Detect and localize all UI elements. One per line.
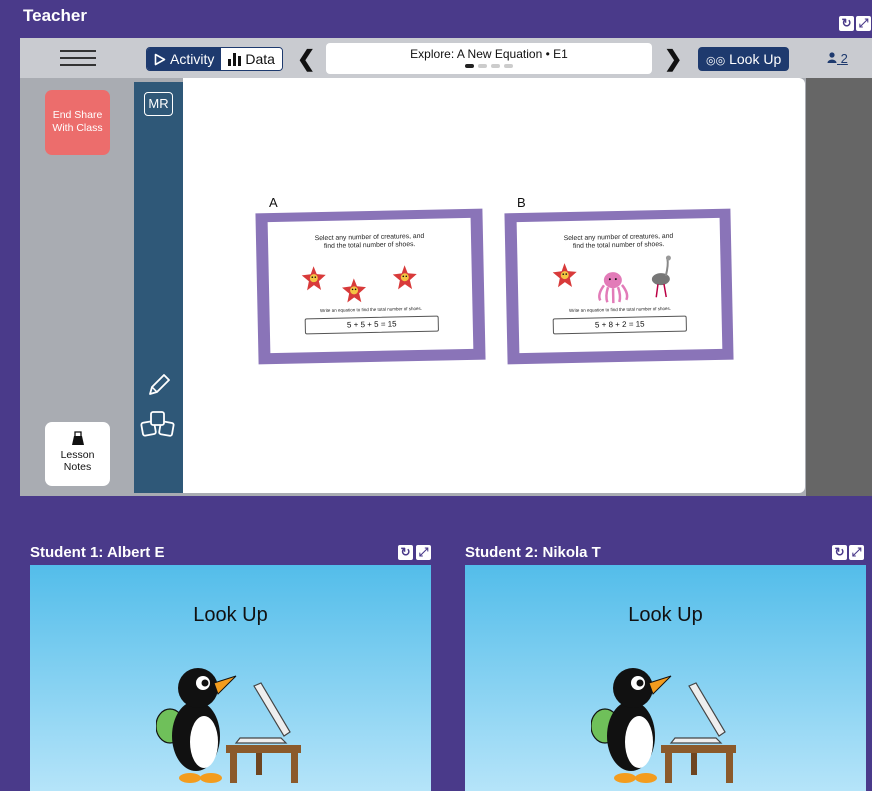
creatures-a: [301, 265, 417, 303]
card-b-equation: 5 + 8 + 2 = 15: [552, 315, 687, 335]
screen-title-box[interactable]: Explore: A New Equation • E1: [326, 43, 652, 74]
screen-progress-dots: [326, 64, 652, 68]
ostrich-creature: [651, 255, 671, 298]
next-screen-button[interactable]: ❯: [664, 46, 682, 72]
penguin-laptop-illustration: [591, 668, 736, 783]
end-share-label-2: With Class: [52, 122, 103, 134]
expand-icon[interactable]: ⤢: [856, 16, 871, 31]
activity-canvas: A Select any number of creatures, and fi…: [183, 78, 805, 493]
person-icon: [827, 52, 837, 63]
card-a-label: A: [269, 195, 278, 210]
data-label: Data: [245, 50, 275, 67]
lesson-notes-label-2: Notes: [63, 461, 92, 473]
refresh-icon[interactable]: ↻: [839, 16, 854, 31]
lesson-notes-label-1: Lesson: [60, 449, 95, 461]
screen-dot[interactable]: [504, 64, 513, 68]
screen-dot[interactable]: [491, 64, 500, 68]
data-tab[interactable]: Data: [221, 48, 282, 70]
hamburger-menu-icon[interactable]: [60, 50, 96, 66]
teacher-workspace: End Share With Class Lesson Notes MR A S…: [20, 78, 872, 496]
screen-dot[interactable]: [465, 64, 474, 68]
teacher-title: Teacher: [23, 6, 87, 25]
penguin-laptop-illustration: [156, 668, 301, 783]
student-2-screen[interactable]: Look Up: [465, 565, 866, 791]
right-gutter: [806, 78, 872, 496]
student-2-title: Student 2: Nikola T: [465, 544, 601, 561]
eyes-icon: ◎◎: [706, 55, 726, 67]
card-a-equation: 5 + 5 + 5 = 15: [304, 315, 439, 335]
student-2-screen-text: Look Up: [628, 604, 703, 626]
student-2-expand-icon[interactable]: ⤢: [849, 545, 864, 560]
bar-chart-icon: [228, 52, 242, 66]
teacher-header: Teacher ↻ ⤢: [0, 0, 872, 36]
starfish-creature: [552, 263, 577, 288]
activity-tab[interactable]: Activity: [147, 48, 222, 70]
starfish-creature: [301, 266, 326, 291]
student-1-title: Student 1: Albert E: [30, 544, 165, 561]
look-up-button[interactable]: ◎◎ Look Up: [698, 47, 790, 71]
screen-title: Explore: A New Equation • E1: [410, 47, 568, 61]
card-b-equation-label: Write an equation to find the total numb…: [568, 305, 672, 314]
view-toggle: Activity Data: [146, 47, 283, 71]
teacher-tool-strip: MR: [134, 82, 183, 493]
student-count[interactable]: 2: [827, 51, 848, 66]
activity-label: Activity: [170, 50, 215, 67]
previous-screen-button[interactable]: ❮: [297, 46, 315, 72]
lesson-notes-button[interactable]: Lesson Notes: [45, 422, 110, 486]
end-share-button[interactable]: End Share With Class: [45, 90, 110, 155]
starfish-creature: [392, 265, 417, 290]
starfish-creature: [342, 278, 367, 303]
student-work-card-a[interactable]: Select any number of creatures, and find…: [255, 208, 486, 365]
student-1-refresh-icon[interactable]: ↻: [398, 545, 413, 560]
student-2-refresh-icon[interactable]: ↻: [832, 545, 847, 560]
mr-button[interactable]: MR: [144, 92, 173, 116]
card-b-instructions: Select any number of creatures, and find…: [517, 232, 720, 252]
student-work-card-b[interactable]: Select any number of creatures, and find…: [504, 208, 734, 365]
math-tools-icon[interactable]: [139, 410, 177, 442]
student-count-value: 2: [840, 51, 848, 66]
binder-clip-icon: [71, 431, 84, 445]
student-1-expand-icon[interactable]: ⤢: [416, 545, 431, 560]
card-a-instructions: Select any number of creatures, and find…: [268, 232, 471, 252]
student-1-screen[interactable]: Look Up: [30, 565, 431, 791]
end-share-label-1: End Share: [52, 109, 103, 121]
pencil-icon[interactable]: [144, 372, 172, 400]
octopus-creature: [598, 272, 629, 304]
play-icon: [154, 53, 166, 65]
toolbar: Activity Data ❮ Explore: A New Equation …: [20, 38, 872, 78]
student-1-screen-text: Look Up: [193, 604, 268, 626]
creatures-b: [552, 255, 671, 304]
card-b-label: B: [517, 195, 526, 210]
look-up-label: Look Up: [729, 51, 782, 67]
screen-dot[interactable]: [478, 64, 487, 68]
